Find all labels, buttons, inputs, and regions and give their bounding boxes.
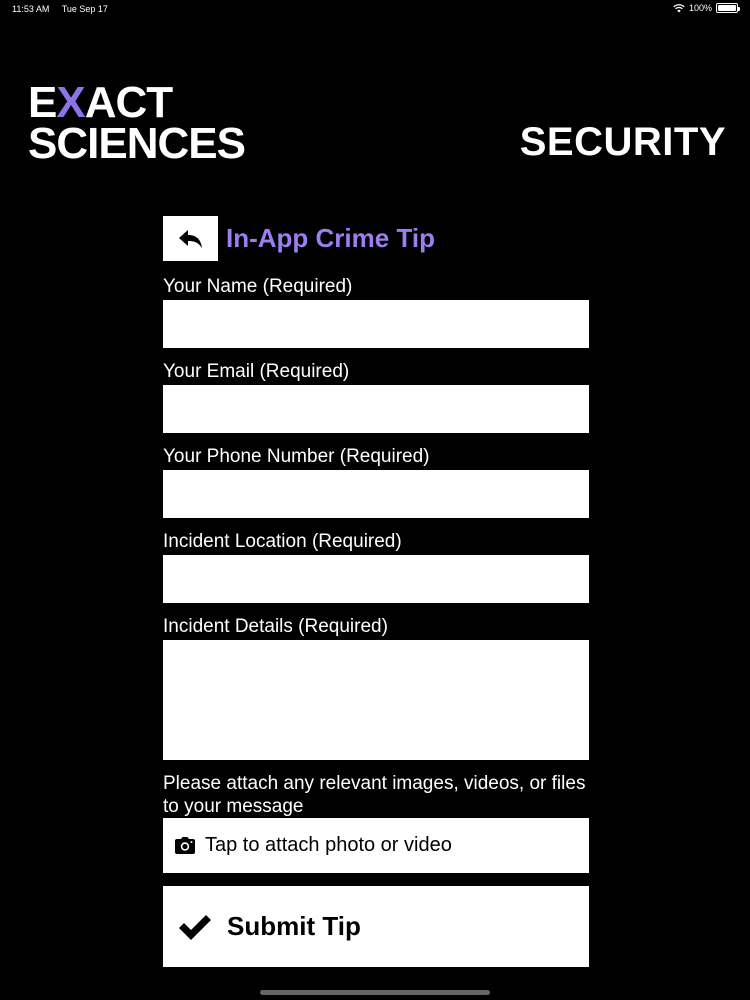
phone-input[interactable]: [163, 470, 589, 518]
location-label: Incident Location (Required): [163, 531, 402, 552]
name-label: Your Name (Required): [163, 276, 353, 297]
page-title: In-App Crime Tip: [226, 223, 435, 253]
security-heading: SECURITY: [519, 120, 726, 164]
submit-button-label: Submit Tip: [227, 911, 361, 941]
battery-percent: 100%: [688, 3, 712, 13]
camera-icon: [175, 837, 195, 854]
battery-fill: [718, 5, 736, 11]
email-field-group: Your Email (Required): [163, 361, 589, 433]
phone-label: Your Phone Number (Required): [163, 446, 430, 467]
logo-line-1: EXACT: [28, 81, 245, 125]
exact-sciences-logo: EXACT SCIENCES: [28, 81, 246, 169]
status-bar: 11:53 AM Tue Sep 17 100%: [0, 0, 750, 18]
wifi-icon: [673, 4, 685, 13]
details-field-group: Incident Details (Required): [163, 616, 589, 760]
back-arrow-icon: [178, 229, 202, 248]
details-label: Incident Details (Required): [163, 616, 388, 637]
attach-media-button[interactable]: Tap to attach photo or video: [163, 818, 589, 873]
page-header: In-App Crime Tip: [163, 216, 435, 261]
name-field-group: Your Name (Required): [163, 276, 589, 348]
attach-button-label: Tap to attach photo or video: [205, 834, 452, 856]
checkmark-icon: [179, 914, 211, 940]
status-left: 11:53 AM Tue Sep 17: [12, 4, 118, 14]
battery-icon: [716, 3, 740, 13]
phone-field-group: Your Phone Number (Required): [163, 446, 589, 518]
status-date: Tue Sep 17: [61, 4, 108, 14]
home-indicator[interactable]: [260, 990, 490, 995]
email-label: Your Email (Required): [163, 361, 350, 382]
location-input[interactable]: [163, 555, 589, 603]
back-button[interactable]: [163, 216, 218, 261]
details-textarea[interactable]: [163, 640, 589, 760]
logo-line-2: SCIENCES: [28, 119, 246, 169]
attach-note: Please attach any relevant images, video…: [163, 773, 586, 818]
submit-tip-button[interactable]: Submit Tip: [163, 886, 589, 967]
email-input[interactable]: [163, 385, 589, 433]
location-field-group: Incident Location (Required): [163, 531, 589, 603]
status-right: 100%: [673, 3, 740, 13]
status-time: 11:53 AM: [12, 4, 50, 14]
name-input[interactable]: [163, 300, 589, 348]
